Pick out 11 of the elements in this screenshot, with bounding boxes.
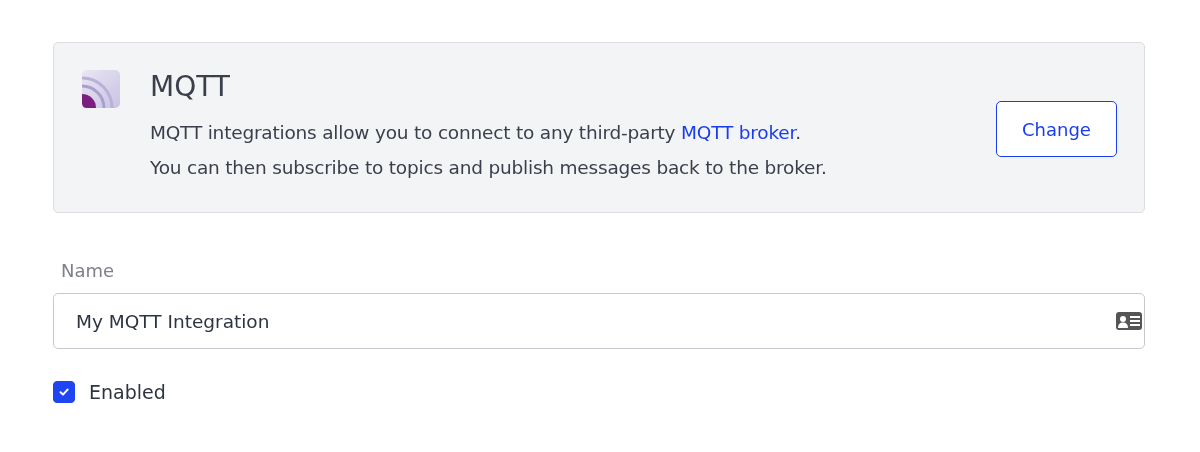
name-input-field[interactable]: My MQTT Integration xyxy=(53,293,1145,349)
checkmark-icon xyxy=(58,386,70,398)
integration-title: MQTT xyxy=(150,71,231,103)
broker-link[interactable]: MQTT broker xyxy=(681,122,796,143)
name-label: Name xyxy=(60,260,116,281)
integration-description: MQTT integrations allow you to connect to any third-party MQTT broker. You can then subscribe to topics and publish messages back to the broker. xyxy=(150,121,828,180)
mqtt-logo-icon xyxy=(82,70,120,108)
contact-card-icon[interactable] xyxy=(1116,312,1142,330)
change-button[interactable]: Change xyxy=(996,101,1117,157)
enabled-checkbox[interactable] xyxy=(53,381,75,403)
enabled-label: Enabled xyxy=(89,381,166,403)
